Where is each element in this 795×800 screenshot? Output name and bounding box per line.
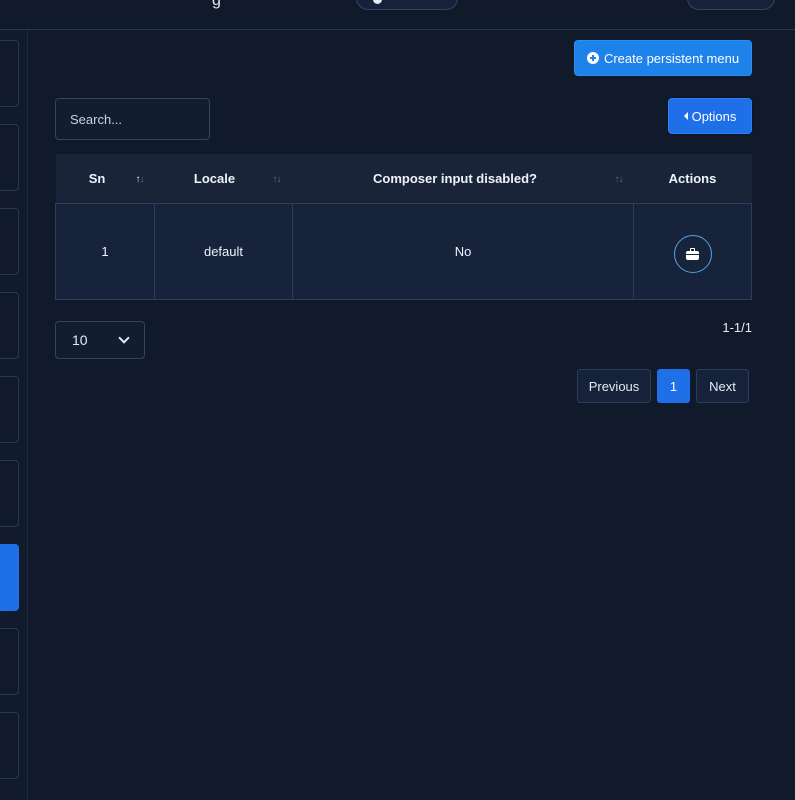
page-title: g [212,0,221,9]
column-header-sn[interactable]: Sn ↑↓ [55,154,155,204]
cell-composer-input-disabled: No [292,203,634,300]
cell-locale: default [154,203,293,300]
briefcase-icon [686,248,699,260]
globe-icon [373,0,382,4]
sidebar-item[interactable] [0,460,19,527]
sidebar-item-active[interactable] [0,544,19,611]
next-page-button[interactable]: Next [696,369,749,403]
create-persistent-menu-button[interactable]: Create persistent menu [574,40,752,76]
page: g Create persistent menu Options Sn ↑↓ [0,0,795,800]
options-button-label: Options [691,108,737,124]
options-button[interactable]: Options [668,98,752,134]
sidebar-item[interactable] [0,628,19,695]
sort-icon[interactable]: ↑↓ [615,174,624,185]
sidebar-item[interactable] [0,292,19,359]
sidebar-item[interactable] [0,376,19,443]
column-header-locale[interactable]: Locale ↑↓ [154,154,293,204]
sidebar-item[interactable] [0,124,19,191]
sort-icon[interactable]: ↑↓ [273,174,282,185]
sort-icon[interactable]: ↑↓ [136,174,145,185]
page-size-select[interactable]: 10 [55,321,145,359]
chevron-down-icon [118,332,130,344]
plus-circle-icon [586,52,599,64]
page-size-value: 10 [72,332,88,348]
table-row: 1 default No [55,203,752,300]
sidebar-item[interactable] [0,208,19,275]
sidebar-item[interactable] [0,40,19,107]
top-bar: g [0,0,795,30]
column-header-composer-input-disabled[interactable]: Composer input disabled? ↑↓ [292,154,634,204]
table-header-row: Sn ↑↓ Locale ↑↓ Composer input disabled?… [55,154,752,204]
column-header-actions: Actions [633,154,752,204]
create-button-label: Create persistent menu [603,50,740,66]
persistent-menu-table: Sn ↑↓ Locale ↑↓ Composer input disabled?… [55,154,752,300]
sidebar [0,30,28,800]
language-selector[interactable] [356,0,458,10]
caret-left-icon [683,112,688,120]
previous-page-button[interactable]: Previous [577,369,651,403]
search-input[interactable] [55,98,210,140]
page-1-button[interactable]: 1 [657,369,690,403]
cell-actions [633,203,752,300]
cell-sn: 1 [55,203,155,300]
user-menu-button[interactable] [687,0,775,10]
sidebar-item[interactable] [0,712,19,779]
pagination-range: 1-1/1 [722,320,752,335]
row-actions-button[interactable] [673,234,712,273]
